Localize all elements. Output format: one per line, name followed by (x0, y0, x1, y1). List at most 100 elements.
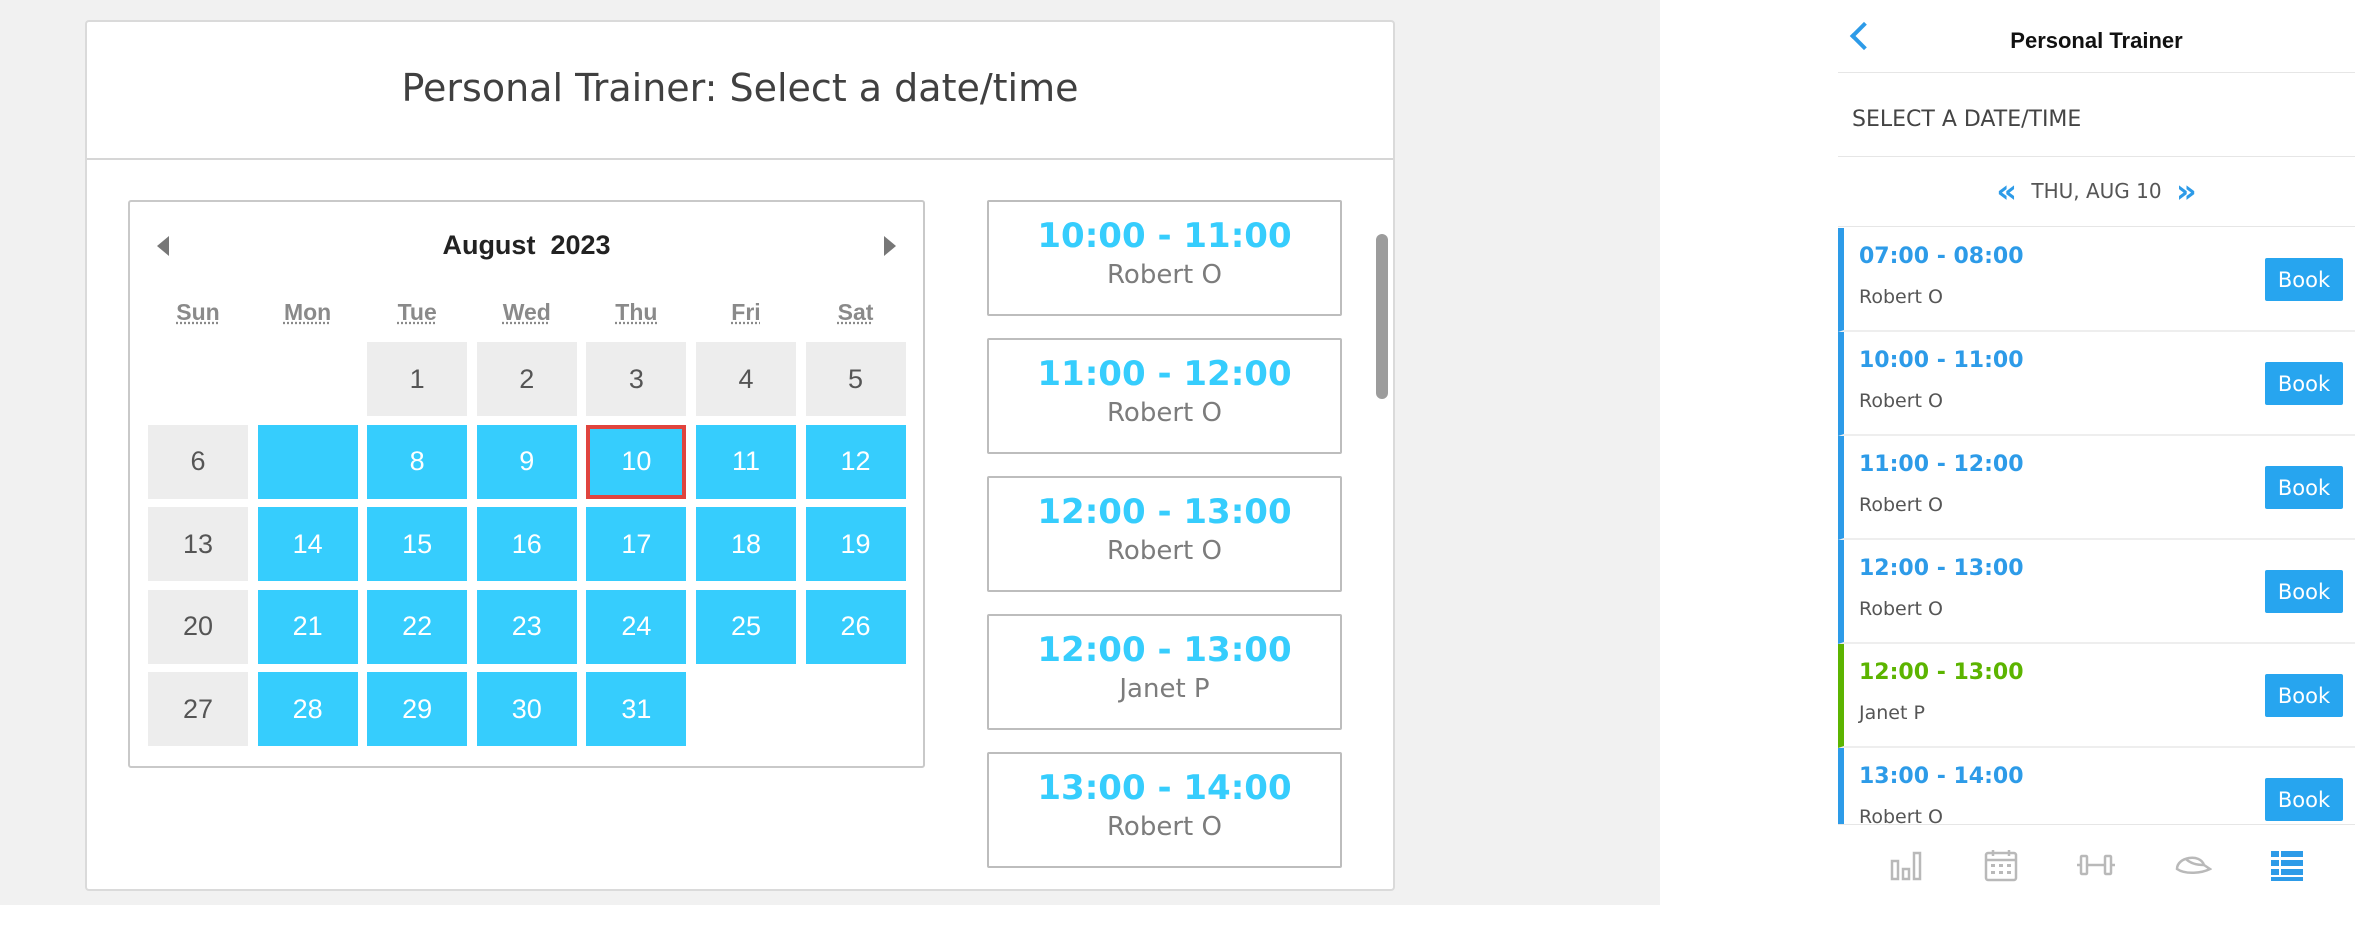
slot-time: 12:00 - 13:00 (1037, 630, 1292, 670)
book-button[interactable]: Book (2265, 778, 2343, 821)
book-button[interactable]: Book (2265, 674, 2343, 717)
calendar-days: 1 2 3 4 5 6 8 9 10 11 12 13 14 15 16 17 18 19 20 21 22 23 24 25… (148, 342, 908, 746)
calendar-day[interactable]: 26 (805, 589, 906, 664)
page-title: Personal Trainer: Select a date/time (87, 22, 1393, 160)
calendar-day[interactable]: 29 (367, 672, 468, 746)
weekday-label: Mon (283, 299, 332, 325)
calendar-day[interactable] (257, 424, 358, 499)
mobile-title: Personal Trainer (2010, 28, 2183, 53)
time-slot-card[interactable]: 10:00 - 11:00 Robert O (987, 200, 1342, 316)
mobile-slot-time: 13:00 - 14:00 (1859, 764, 2024, 789)
mobile-slot-time: 12:00 - 13:00 (1859, 556, 2024, 581)
calendar-day: 13 (148, 507, 248, 581)
book-button[interactable]: Book (2265, 570, 2343, 613)
slot-time: 13:00 - 14:00 (1037, 768, 1292, 808)
time-slot-card[interactable]: 12:00 - 13:00 Robert O (987, 476, 1342, 592)
mobile-slot-item: 12:00 - 13:00 Janet P Book (1838, 644, 2355, 748)
calendar-day-empty (258, 342, 358, 416)
calendar-day-empty (148, 342, 248, 416)
calendar-day: 5 (805, 342, 906, 416)
mobile-slot-item: 11:00 - 12:00 Robert O Book (1838, 436, 2355, 540)
calendar-year: 2023 (550, 230, 611, 260)
mobile-slot-trainer: Robert O (1859, 806, 1943, 824)
mobile-slot-list: 07:00 - 08:00 Robert O Book 10:00 - 11:00 Ro… (1838, 228, 2355, 824)
calendar-day-selected[interactable]: 10 (586, 424, 687, 499)
calendar-day: 27 (148, 672, 248, 746)
time-slot-card[interactable]: 13:00 - 14:00 Robert O (987, 752, 1342, 868)
book-button[interactable]: Book (2265, 466, 2343, 509)
book-button[interactable]: Book (2265, 362, 2343, 405)
slot-list-scrollbar[interactable] (1376, 234, 1388, 399)
weekday-header: Sun Mon Tue Wed Thu Fri Sat (148, 299, 908, 335)
slot-time: 10:00 - 11:00 (1037, 216, 1292, 256)
mobile-slot-trainer: Janet P (1859, 702, 1925, 724)
weekday-label: Tue (397, 299, 437, 325)
calendar-day[interactable]: 19 (805, 507, 906, 581)
mobile-slot-trainer: Robert O (1859, 598, 1943, 620)
calendar-day[interactable]: 18 (695, 507, 796, 581)
mobile-subtitle: SELECT A DATE/TIME (1838, 73, 2355, 157)
calendar-day[interactable]: 15 (367, 507, 468, 581)
chart-icon[interactable] (1886, 845, 1926, 885)
calendar-month-year: August 2023 (130, 230, 923, 261)
calendar-day[interactable]: 25 (695, 589, 796, 664)
weekday-label: Sat (837, 299, 874, 325)
calendar-day[interactable]: 30 (476, 672, 577, 746)
calendar-day[interactable]: 17 (586, 507, 687, 581)
calendar-icon[interactable] (1981, 845, 2021, 885)
calendar-day[interactable]: 22 (367, 589, 468, 664)
slot-trainer: Robert O (1107, 260, 1222, 290)
mobile-booking-view: Personal Trainer SELECT A DATE/TIME « TH… (1838, 0, 2355, 905)
booking-card: Personal Trainer: Select a date/time Aug… (85, 20, 1395, 891)
mobile-slot-time: 12:00 - 13:00 (1859, 660, 2024, 685)
next-month-icon[interactable] (884, 236, 896, 256)
mobile-slot-time: 10:00 - 11:00 (1859, 348, 2024, 373)
calendar-day[interactable]: 8 (367, 424, 468, 499)
calendar-day: 20 (148, 589, 248, 664)
calendar-day[interactable]: 11 (695, 424, 796, 499)
weekday-label: Sun (176, 299, 220, 325)
calendar-day[interactable]: 21 (257, 589, 358, 664)
weekday-label: Thu (615, 299, 658, 325)
calendar-day-empty (696, 672, 796, 746)
mobile-slot-time: 07:00 - 08:00 (1859, 244, 2024, 269)
calendar-day[interactable]: 16 (476, 507, 577, 581)
calendar-day[interactable]: 14 (257, 507, 358, 581)
slot-time: 12:00 - 13:00 (1037, 492, 1292, 532)
bottom-tab-bar (1838, 824, 2355, 905)
calendar-day: 2 (476, 342, 577, 416)
dumbbell-icon[interactable] (2076, 845, 2116, 885)
prev-day-icon[interactable]: « (1996, 175, 2017, 207)
calendar-day[interactable]: 24 (586, 589, 687, 664)
time-slot-card[interactable]: 11:00 - 12:00 Robert O (987, 338, 1342, 454)
weekday-label: Wed (502, 299, 551, 325)
calendar-day[interactable]: 31 (586, 672, 687, 746)
mobile-header: Personal Trainer (1838, 0, 2355, 73)
calendar-day: 6 (148, 424, 248, 499)
calendar-day[interactable]: 9 (476, 424, 577, 499)
mobile-slot-item: 07:00 - 08:00 Robert O Book (1838, 228, 2355, 332)
weekday-label: Fri (731, 299, 761, 325)
cap-icon[interactable] (2172, 845, 2212, 885)
calendar-day[interactable]: 23 (476, 589, 577, 664)
current-date-label: THU, AUG 10 (2031, 178, 2162, 203)
calendar-month: August (442, 230, 536, 260)
mobile-slot-item: 13:00 - 14:00 Robert O Book (1838, 748, 2355, 824)
web-booking-view: Personal Trainer: Select a date/time Aug… (0, 0, 1660, 905)
list-icon[interactable] (2267, 845, 2307, 885)
calendar-day[interactable]: 28 (257, 672, 358, 746)
next-day-icon[interactable]: » (2176, 175, 2197, 207)
slot-time: 11:00 - 12:00 (1037, 354, 1292, 394)
mobile-slot-trainer: Robert O (1859, 494, 1943, 516)
mobile-slot-trainer: Robert O (1859, 286, 1943, 308)
mobile-slot-time: 11:00 - 12:00 (1859, 452, 2024, 477)
book-button[interactable]: Book (2265, 258, 2343, 301)
slot-trainer: Robert O (1107, 536, 1222, 566)
time-slot-list: 10:00 - 11:00 Robert O 11:00 - 12:00 Robert… (987, 200, 1342, 872)
calendar-day: 4 (695, 342, 796, 416)
time-slot-card[interactable]: 12:00 - 13:00 Janet P (987, 614, 1342, 730)
calendar-day[interactable]: 12 (805, 424, 906, 499)
slot-trainer: Robert O (1107, 398, 1222, 428)
slot-trainer: Janet P (1119, 674, 1210, 704)
mobile-slot-item: 10:00 - 11:00 Robert O Book (1838, 332, 2355, 436)
